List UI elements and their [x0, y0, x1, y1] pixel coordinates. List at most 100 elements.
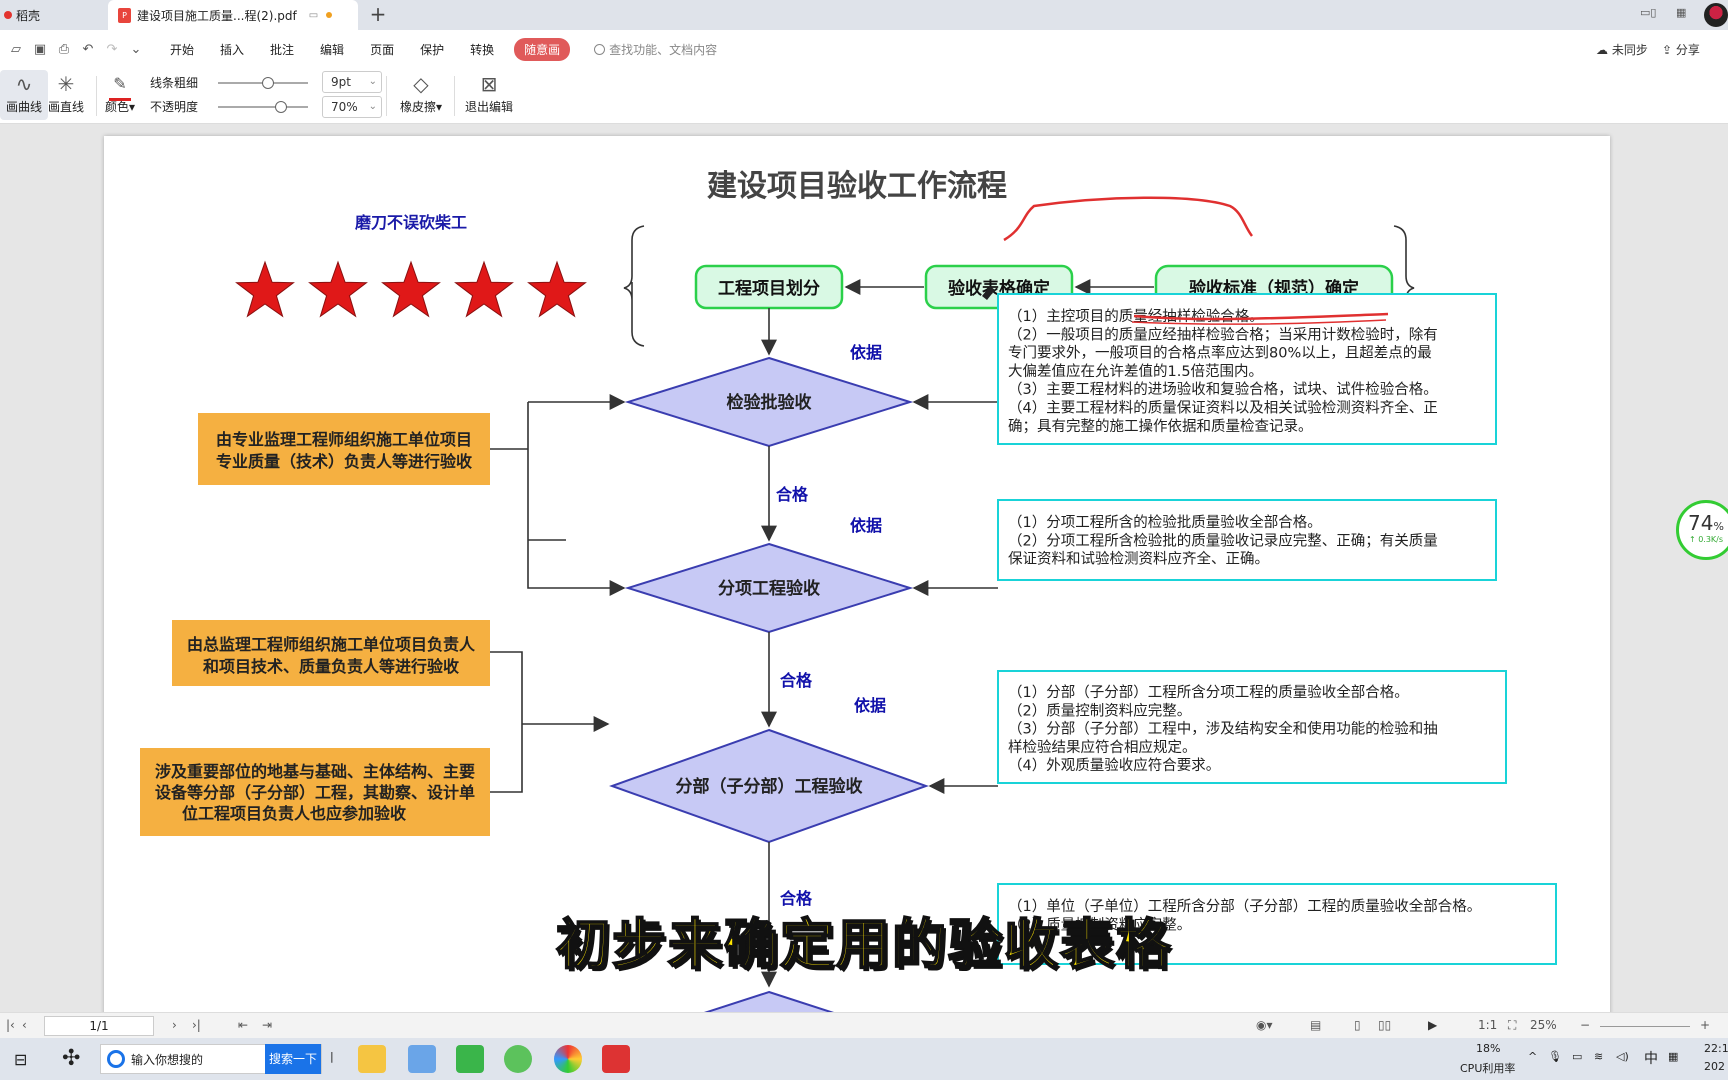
note-division-line-1: 由总监理工程师组织施工单位项目负责人 — [187, 635, 476, 654]
menu-insert[interactable]: 插入 — [220, 41, 244, 58]
scroll-mode-icon[interactable]: ▤ — [1310, 1018, 1321, 1032]
ime-indicator[interactable]: 中 — [1644, 1048, 1658, 1068]
star-icon — [308, 260, 368, 318]
pdf-page[interactable]: 建设项目验收工作流程 磨刀不误砍柴工 工程项目划分 验收表格确定 验收标准（规范… — [104, 136, 1610, 1012]
first-page-icon[interactable]: |‹ — [6, 1018, 15, 1032]
wifi-icon[interactable]: ≋ — [1594, 1050, 1603, 1063]
layout-toggle-icon[interactable]: ▭▯ — [1640, 6, 1656, 24]
thickness-label: 线条粗细 — [150, 76, 199, 90]
taskbar-search-button[interactable]: 搜索一下 — [265, 1044, 321, 1074]
fit-page-icon[interactable]: ⛶ — [1508, 1018, 1516, 1033]
avatar[interactable] — [1704, 3, 1728, 27]
menu-page[interactable]: 页面 — [370, 41, 394, 58]
last-page-icon[interactable]: ›| — [192, 1018, 201, 1032]
menu-home[interactable]: 开始 — [170, 41, 194, 58]
grid-view-icon[interactable]: ▦ — [1676, 6, 1686, 24]
speed-percent: 74% — [1679, 511, 1728, 535]
draw-curve-button[interactable]: ∿ 画曲线 — [0, 70, 48, 120]
thickness-slider[interactable] — [218, 77, 308, 89]
taskbar-search-input[interactable]: 输入你想搜的 搜索一下 — [100, 1044, 322, 1074]
zoom-slider[interactable] — [1600, 1026, 1690, 1027]
zoom-in-icon[interactable]: + — [1700, 1018, 1710, 1032]
menu-annotate[interactable]: 批注 — [270, 41, 294, 58]
tab-screen-icon[interactable]: ▭ — [309, 10, 318, 21]
criteria-line: （2）一般项目的质量应经抽样检验合格；当采用计数检验时，除有 — [1008, 325, 1438, 343]
chevron-down-icon[interactable]: ⌄ — [369, 72, 377, 92]
divider — [386, 76, 387, 116]
keyboard-icon[interactable]: ▦ — [1668, 1050, 1678, 1063]
prev-page-icon[interactable]: ‹ — [22, 1018, 27, 1032]
menu-freehand[interactable]: 随意画 — [514, 37, 571, 61]
volume-icon[interactable]: ◁) — [1616, 1050, 1629, 1063]
clock-date[interactable]: 202 — [1704, 1060, 1725, 1073]
draw-line-button[interactable]: ✳ 画直线 — [42, 70, 90, 120]
chevron-down-icon[interactable]: ⌄ — [369, 97, 377, 117]
microphone-icon[interactable]: 🎙 — [1548, 1050, 1562, 1063]
page-number-input[interactable]: 1/1 — [44, 1016, 154, 1036]
back-icon[interactable]: ⇤ — [238, 1018, 248, 1032]
share-button[interactable]: ⇪ 分享 — [1662, 41, 1700, 58]
task-view-icon[interactable]: ⊟ — [14, 1050, 27, 1069]
menu-convert[interactable]: 转换 — [470, 41, 494, 58]
star-icon — [454, 260, 514, 318]
clock-time[interactable]: 22:1 — [1704, 1042, 1728, 1055]
pdf-app-icon[interactable] — [456, 1045, 484, 1073]
sync-status[interactable]: ☁ 未同步 — [1596, 41, 1648, 58]
two-page-icon[interactable]: ▯▯ — [1378, 1018, 1391, 1032]
criteria-line: 确；具有完整的施工操作依据和质量检查记录。 — [1008, 418, 1313, 435]
curve-icon: ∿ — [15, 72, 33, 96]
unsaved-dot-icon — [326, 12, 333, 18]
criteria-line: （3）分部（子分部）工程中，涉及结构安全和使用功能的检验和抽 — [1008, 720, 1438, 738]
document-viewport[interactable]: 建设项目验收工作流程 磨刀不误砍柴工 工程项目划分 验收表格确定 验收标准（规范… — [0, 124, 1728, 1012]
menu-edit[interactable]: 编辑 — [320, 41, 344, 58]
basis-label-2: 依据 — [850, 516, 882, 535]
search-input[interactable]: 查找功能、文档内容 — [594, 41, 717, 58]
opacity-slider-knob[interactable] — [275, 101, 287, 113]
drawing-toolbar: ∿ 画曲线 ✳ 画直线 ✎ 颜色▾ 线条粗细 9pt ⌄ 不透明度 70% ⌄ ◇ … — [0, 68, 1728, 124]
file-explorer-icon[interactable] — [358, 1045, 386, 1073]
print-icon[interactable]: ⎙ — [56, 42, 72, 57]
save-icon[interactable]: ▣ — [32, 42, 48, 57]
color-button[interactable]: ✎ 颜色▾ — [96, 70, 144, 120]
zoom-out-icon[interactable]: − — [1580, 1018, 1590, 1032]
new-tab-button[interactable]: + — [366, 3, 390, 27]
single-page-icon[interactable]: ▯ — [1354, 1018, 1361, 1032]
open-icon[interactable]: ▱ — [8, 42, 24, 57]
chrome-browser-icon[interactable] — [554, 1045, 582, 1073]
more-chevron-icon[interactable]: ⌄ — [128, 42, 144, 57]
search-placeholder: 查找功能、文档内容 — [609, 42, 718, 57]
play-icon[interactable]: ▶ — [1428, 1018, 1437, 1032]
next-page-icon[interactable]: › — [172, 1018, 177, 1032]
computer-app-icon[interactable] — [408, 1045, 436, 1073]
opacity-value-field[interactable]: 70% ⌄ — [322, 96, 382, 118]
color-label-wrap: 颜色▾ — [104, 100, 136, 114]
forward-icon[interactable]: ⇥ — [262, 1018, 272, 1032]
search-icon — [594, 43, 606, 55]
eraser-button[interactable]: ◇ 橡皮擦▾ — [394, 70, 448, 120]
thickness-value-field[interactable]: 9pt ⌄ — [322, 71, 382, 93]
tab-home[interactable]: 稻壳 — [0, 0, 100, 30]
battery-icon[interactable]: ▭ — [1572, 1050, 1582, 1063]
actual-size-icon[interactable]: 1:1 — [1478, 1018, 1497, 1032]
exit-edit-button[interactable]: ⊠ 退出编辑 — [462, 70, 516, 120]
menu-protect[interactable]: 保护 — [420, 41, 444, 58]
edge-browser-icon[interactable] — [504, 1045, 532, 1073]
tab-document[interactable]: P 建设项目施工质量...程(2).pdf ▭ — [108, 0, 358, 30]
note-batch-organizer — [198, 413, 490, 485]
note-designer-line-2: 设备等分部（子分部）工程，其勘察、设计单 — [155, 783, 475, 802]
redo-icon[interactable]: ↷ — [104, 42, 120, 57]
eye-icon[interactable]: ◉▾ — [1256, 1018, 1273, 1032]
tray-expand-icon[interactable]: ^ — [1528, 1050, 1537, 1063]
opacity-slider[interactable] — [218, 101, 308, 113]
wps-app-icon[interactable] — [602, 1045, 630, 1073]
flowchart: 建设项目验收工作流程 磨刀不误砍柴工 工程项目划分 验收表格确定 验收标准（规范… — [140, 169, 1557, 1012]
note-division-line-2: 和项目技术、质量负责人等进行验收 — [203, 657, 459, 676]
cpu-percent: 18% — [1476, 1042, 1501, 1055]
undo-icon[interactable]: ↶ — [80, 42, 96, 57]
zoom-value[interactable]: 25% — [1530, 1018, 1557, 1032]
fan-app-icon[interactable]: ✣ — [62, 1046, 80, 1071]
decision-batch-label: 检验批验收 — [727, 392, 812, 413]
network-speed-widget[interactable]: 74% ↑ 0.3K/s — [1676, 500, 1728, 560]
thickness-slider-knob[interactable] — [261, 77, 274, 89]
color-label: 颜色 — [104, 100, 129, 114]
